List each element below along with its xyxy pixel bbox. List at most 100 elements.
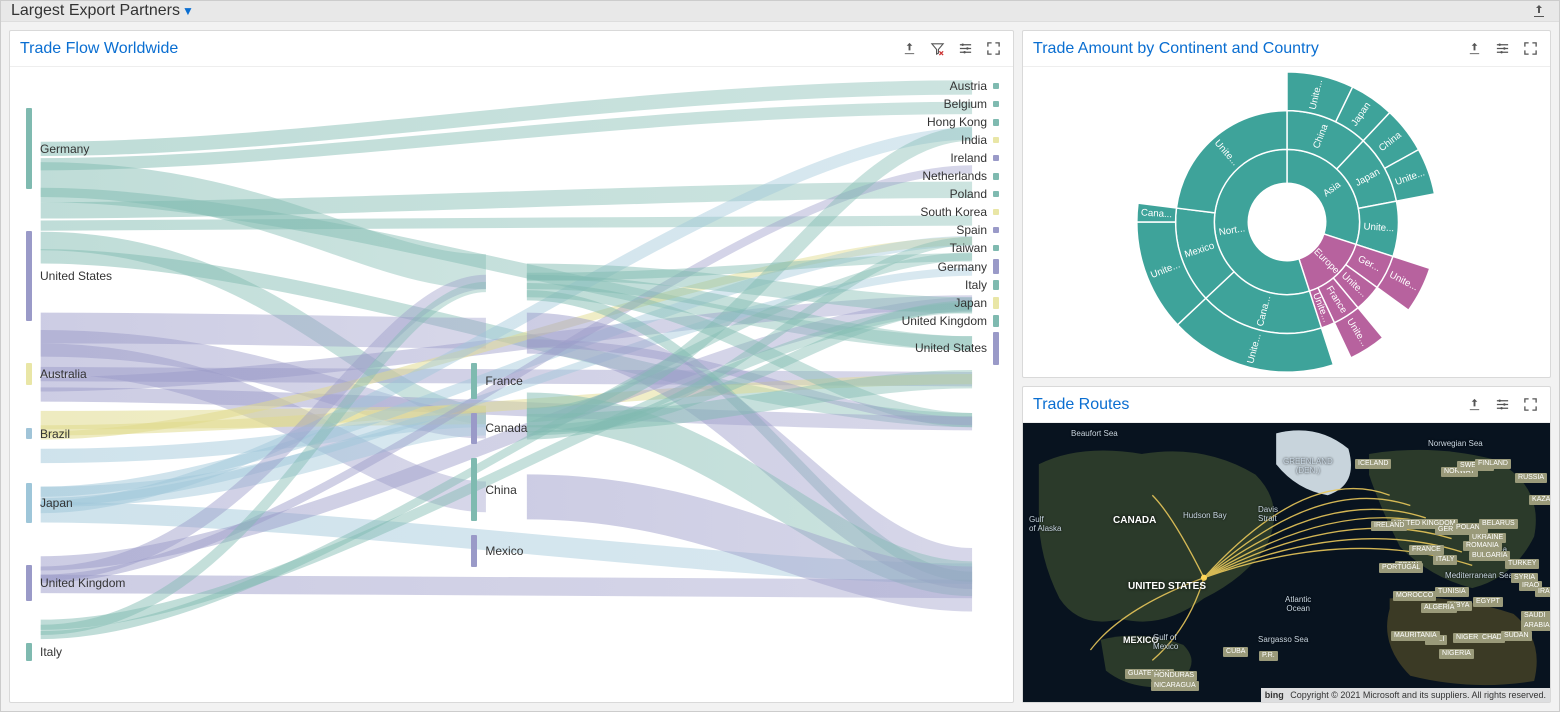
map-label-davis: Davis Strait xyxy=(1258,505,1278,523)
map-label-sargasso: Sargasso Sea xyxy=(1258,635,1308,644)
map-country-chip: BELARUS xyxy=(1479,519,1518,529)
sankey-node[interactable]: Netherlands xyxy=(922,169,999,183)
sankey-panel: Trade Flow Worldwide xyxy=(9,30,1014,703)
sankey-node[interactable]: India xyxy=(961,133,999,147)
sankey-node[interactable]: South Korea xyxy=(920,205,999,219)
map-label-mediterranean: Mediterranean Sea xyxy=(1445,571,1513,580)
map-country-chip: MOROCCO xyxy=(1393,591,1436,601)
map-label-hudson: Hudson Bay xyxy=(1183,511,1227,520)
sankey-body[interactable]: Germany United States Australia Brazil Japan… xyxy=(10,67,1013,702)
sankey-node[interactable]: Mexico xyxy=(471,535,581,567)
map-panel: Trade Routes xyxy=(1022,386,1551,703)
settings-icon[interactable] xyxy=(1492,39,1512,59)
settings-icon[interactable] xyxy=(1492,395,1512,415)
sunburst-header: Trade Amount by Continent and Country xyxy=(1023,31,1550,67)
sankey-node[interactable]: United Kingdom xyxy=(902,314,999,328)
sankey-node[interactable]: Germany xyxy=(26,108,166,189)
fullscreen-icon[interactable] xyxy=(1520,395,1540,415)
page-title: Largest Export Partners xyxy=(11,2,180,20)
page-header: Largest Export Partners ▼ xyxy=(1,1,1559,22)
map-country-chip: NICARAGUA xyxy=(1151,681,1199,691)
sankey-node[interactable]: Japan xyxy=(26,483,166,524)
sankey-source-column: Germany United States Australia Brazil Japan… xyxy=(26,67,166,702)
sankey-node[interactable]: Austria xyxy=(950,79,999,93)
map-country-chip: EGYPT xyxy=(1473,597,1503,607)
map-country-chip: ALGERIA xyxy=(1421,603,1457,613)
map-country-chip: ITALY xyxy=(1433,555,1457,565)
map-country-chip: KAZAKHSTAN xyxy=(1529,495,1550,505)
map-label-gulfalaska: Gulf of Alaska xyxy=(1029,515,1061,533)
map-country-chip: PORTUGAL xyxy=(1379,563,1423,573)
map-country-chip: TURKEY xyxy=(1505,559,1539,569)
sankey-title: Trade Flow Worldwide xyxy=(20,40,178,58)
map-country-chip: TUNISIA xyxy=(1435,587,1469,597)
dashboard-content: Trade Flow Worldwide xyxy=(1,22,1559,711)
svg-text:Unite...: Unite... xyxy=(1363,222,1394,235)
sankey-node[interactable]: United Kingdom xyxy=(26,565,166,601)
left-column: Trade Flow Worldwide xyxy=(9,30,1014,703)
map-country-chip: HONDURAS xyxy=(1151,671,1197,681)
right-column: Trade Amount by Continent and Country As… xyxy=(1022,30,1551,703)
export-icon[interactable] xyxy=(899,39,919,59)
map-country-chip: CUBA xyxy=(1223,647,1248,657)
map-canvas[interactable]: CANADA UNITED STATES MEXICO Atlantic Oce… xyxy=(1023,423,1550,702)
map-country-chip: FINLAND xyxy=(1475,459,1511,469)
map-country-chip: ROMANIA xyxy=(1463,541,1502,551)
sankey-node[interactable]: Canada xyxy=(471,413,581,445)
map-country-chip: NIGER xyxy=(1453,633,1481,643)
map-label-gulfmex: Gulf of Mexico xyxy=(1153,633,1178,651)
fullscreen-icon[interactable] xyxy=(983,39,1003,59)
sankey-node[interactable]: United States xyxy=(915,332,999,365)
sankey-node[interactable]: China xyxy=(471,458,581,521)
map-country-chip: SAUDI ARABIA xyxy=(1521,611,1550,631)
map-header: Trade Routes xyxy=(1023,387,1550,423)
map-attribution: bing Copyright © 2021 Microsoft and its … xyxy=(1261,688,1550,702)
map-country-chip: RUSSIA xyxy=(1515,473,1547,483)
export-icon[interactable] xyxy=(1464,395,1484,415)
fullscreen-icon[interactable] xyxy=(1520,39,1540,59)
map-country-chip: FRANCE xyxy=(1409,545,1444,555)
map-label-norwegian: Norwegian Sea xyxy=(1428,439,1483,448)
sankey-node[interactable]: Spain xyxy=(956,223,999,237)
sunburst-body[interactable]: AsiaEuropeNort...ChinaJapanUnite...Ger..… xyxy=(1023,67,1550,377)
sankey-header: Trade Flow Worldwide xyxy=(10,31,1013,67)
sankey-node[interactable]: Taiwan xyxy=(950,241,999,255)
filter-indicator-icon[interactable]: ▼ xyxy=(182,4,194,18)
map-country-chip: P.R. xyxy=(1259,651,1278,661)
sankey-node[interactable]: Hong Kong xyxy=(927,115,999,129)
export-icon[interactable] xyxy=(1464,39,1484,59)
sankey-node[interactable]: Australia xyxy=(26,363,166,385)
map-label-greenland: GREENLAND (DEN.) xyxy=(1283,457,1333,475)
map-country-chip: IRELAND xyxy=(1371,521,1407,531)
map-body[interactable]: CANADA UNITED STATES MEXICO Atlantic Oce… xyxy=(1023,423,1550,702)
clear-filter-icon[interactable] xyxy=(927,39,947,59)
svg-text:Cana...: Cana... xyxy=(1140,208,1172,221)
export-icon[interactable] xyxy=(1529,1,1549,21)
bing-logo: bing xyxy=(1265,690,1284,700)
sankey-node[interactable]: Italy xyxy=(965,278,999,292)
map-label-beaufort: Beaufort Sea xyxy=(1071,429,1118,438)
sankey-node[interactable]: Italy xyxy=(26,643,166,661)
map-country-chip: NIGERIA xyxy=(1439,649,1474,659)
sankey-node[interactable]: Belgium xyxy=(944,97,999,111)
sunburst-chart: AsiaEuropeNort...ChinaJapanUnite...Ger..… xyxy=(1132,67,1442,377)
sankey-node[interactable]: France xyxy=(471,363,581,399)
map-country-chip: MAURITANIA xyxy=(1391,631,1440,641)
map-label-usa: UNITED STATES xyxy=(1128,581,1206,592)
sankey-node[interactable]: United States xyxy=(26,231,166,321)
sankey-node[interactable]: Ireland xyxy=(950,151,999,165)
sankey-node[interactable]: Japan xyxy=(954,296,999,310)
sankey-actions xyxy=(899,39,1003,59)
sankey-target-column: Austria Belgium Hong Kong India Ireland Nethe… xyxy=(869,67,999,702)
page-header-actions xyxy=(1529,1,1549,21)
map-country-chip: IRAN xyxy=(1535,587,1550,597)
sankey-mid-column: France Canada China Mexico xyxy=(471,67,581,702)
map-title: Trade Routes xyxy=(1033,396,1129,414)
sunburst-panel: Trade Amount by Continent and Country As… xyxy=(1022,30,1551,378)
dashboard-page: Largest Export Partners ▼ Trade Flow Wor… xyxy=(0,0,1560,712)
attribution-text: Copyright © 2021 Microsoft and its suppl… xyxy=(1290,690,1546,700)
sankey-node[interactable]: Brazil xyxy=(26,427,166,441)
sankey-node[interactable]: Germany xyxy=(938,259,999,273)
settings-icon[interactable] xyxy=(955,39,975,59)
sankey-node[interactable]: Poland xyxy=(950,187,999,201)
